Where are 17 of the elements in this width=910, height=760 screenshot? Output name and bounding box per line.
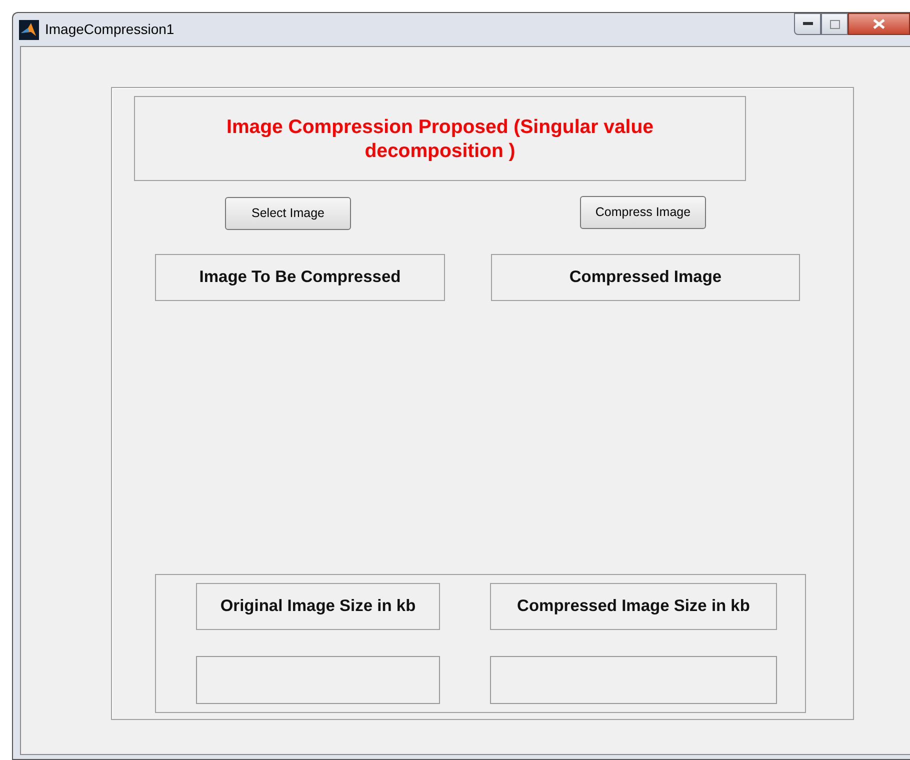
size-field[interactable] [196, 656, 440, 704]
minimize-button[interactable] [794, 13, 821, 35]
app-icon [19, 20, 39, 40]
compress-image-button[interactable]: Compress Image [580, 196, 706, 229]
size-label: Original Image Size in kb [196, 583, 440, 630]
image-label: Compressed Image [491, 254, 800, 301]
size-label: Compressed Image Size in kb [490, 583, 777, 630]
maximize-button[interactable] [821, 13, 848, 35]
window-title: ImageCompression1 [45, 20, 174, 39]
maximize-icon [830, 20, 840, 28]
heading: Image Compression Proposed (Singular value decomposition ) [134, 96, 746, 181]
close-button[interactable] [848, 13, 910, 35]
image-label: Image To Be Compressed [155, 254, 445, 301]
size-field[interactable] [490, 656, 777, 704]
close-icon [873, 19, 885, 29]
minimize-icon [802, 22, 812, 26]
select-image-button[interactable]: Select Image [225, 197, 351, 230]
